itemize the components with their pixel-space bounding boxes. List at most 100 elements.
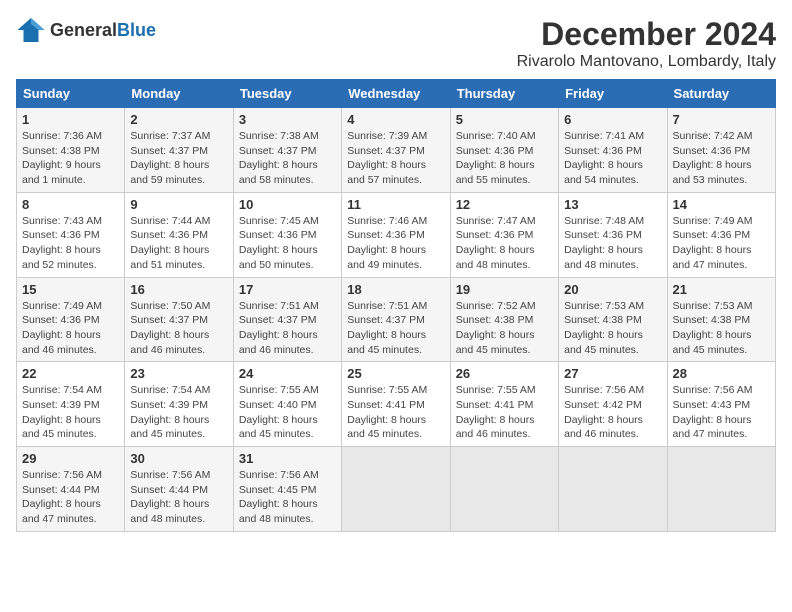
main-title: December 2024 — [517, 16, 776, 53]
day-detail: Sunrise: 7:37 AM Sunset: 4:37 PM Dayligh… — [130, 129, 227, 188]
calendar-cell: 7 Sunrise: 7:42 AM Sunset: 4:36 PM Daylig… — [667, 108, 775, 193]
day-detail: Sunrise: 7:50 AM Sunset: 4:37 PM Dayligh… — [130, 299, 227, 358]
weekday-tuesday: Tuesday — [233, 80, 341, 108]
logo-blue: Blue — [117, 20, 156, 40]
logo: GeneralBlue — [16, 16, 156, 44]
calendar-cell: 3Sunrise: 7:38 AM Sunset: 4:37 PM Daylig… — [233, 108, 341, 193]
day-number: 28 — [673, 366, 770, 381]
day-detail: Sunrise: 7:56 AM Sunset: 4:43 PM Dayligh… — [673, 383, 770, 442]
day-number: 14 — [673, 197, 770, 212]
calendar-cell — [559, 447, 667, 532]
calendar-cell — [450, 447, 558, 532]
calendar-cell: 5 Sunrise: 7:40 AM Sunset: 4:36 PM Daylig… — [450, 108, 558, 193]
calendar-cell: 14 Sunrise: 7:49 AM Sunset: 4:36 PM Dayli… — [667, 192, 775, 277]
day-number: 8 — [22, 197, 119, 212]
day-number: 31 — [239, 451, 336, 466]
calendar-cell: 30 Sunrise: 7:56 AM Sunset: 4:44 PM Dayli… — [125, 447, 233, 532]
calendar-cell: 4Sunrise: 7:39 AM Sunset: 4:37 PM Daylig… — [342, 108, 450, 193]
day-number: 1 — [22, 112, 119, 127]
calendar-cell: 17 Sunrise: 7:51 AM Sunset: 4:37 PM Dayli… — [233, 277, 341, 362]
day-detail: Sunrise: 7:48 AM Sunset: 4:36 PM Dayligh… — [564, 214, 661, 273]
day-detail: Sunrise: 7:55 AM Sunset: 4:41 PM Dayligh… — [456, 383, 553, 442]
calendar-cell: 20 Sunrise: 7:53 AM Sunset: 4:38 PM Dayli… — [559, 277, 667, 362]
calendar-cell — [342, 447, 450, 532]
day-number: 9 — [130, 197, 227, 212]
day-detail: Sunrise: 7:49 AM Sunset: 4:36 PM Dayligh… — [673, 214, 770, 273]
day-detail: Sunrise: 7:54 AM Sunset: 4:39 PM Dayligh… — [130, 383, 227, 442]
day-detail: Sunrise: 7:51 AM Sunset: 4:37 PM Dayligh… — [239, 299, 336, 358]
day-detail: Sunrise: 7:45 AM Sunset: 4:36 PM Dayligh… — [239, 214, 336, 273]
logo-general: General — [50, 20, 117, 40]
day-number: 22 — [22, 366, 119, 381]
calendar-cell: 19 Sunrise: 7:52 AM Sunset: 4:38 PM Dayli… — [450, 277, 558, 362]
calendar-cell: 22Sunrise: 7:54 AM Sunset: 4:39 PM Dayli… — [17, 362, 125, 447]
day-number: 18 — [347, 282, 444, 297]
calendar-cell: 21Sunrise: 7:53 AM Sunset: 4:38 PM Dayli… — [667, 277, 775, 362]
calendar-cell: 8 Sunrise: 7:43 AM Sunset: 4:36 PM Daylig… — [17, 192, 125, 277]
calendar-cell: 18 Sunrise: 7:51 AM Sunset: 4:37 PM Dayli… — [342, 277, 450, 362]
day-detail: Sunrise: 7:51 AM Sunset: 4:37 PM Dayligh… — [347, 299, 444, 358]
weekday-friday: Friday — [559, 80, 667, 108]
day-number: 16 — [130, 282, 227, 297]
calendar-cell: 29 Sunrise: 7:56 AM Sunset: 4:44 PM Dayli… — [17, 447, 125, 532]
calendar-cell: 1 Sunrise: 7:36 AM Sunset: 4:38 PM Daylig… — [17, 108, 125, 193]
day-detail: Sunrise: 7:44 AM Sunset: 4:36 PM Dayligh… — [130, 214, 227, 273]
day-number: 21 — [673, 282, 770, 297]
weekday-wednesday: Wednesday — [342, 80, 450, 108]
subtitle: Rivarolo Mantovano, Lombardy, Italy — [517, 53, 776, 71]
calendar-cell: 15 Sunrise: 7:49 AM Sunset: 4:36 PM Dayli… — [17, 277, 125, 362]
week-row-4: 22 Sunrise: 7:54 AM Sunset: 4:39 PM Dayli… — [17, 362, 776, 447]
day-number: 10 — [239, 197, 336, 212]
day-number: 19 — [456, 282, 553, 297]
day-detail: Sunrise: 7:56 AM Sunset: 4:44 PM Dayligh… — [22, 468, 119, 527]
day-detail: Sunrise: 7:53 AM Sunset: 4:38 PM Dayligh… — [564, 299, 661, 358]
logo-text: GeneralBlue — [50, 20, 156, 41]
day-number: 12 — [456, 197, 553, 212]
weekday-thursday: Thursday — [450, 80, 558, 108]
week-row-3: 15 Sunrise: 7:49 AM Sunset: 4:36 PM Dayli… — [17, 277, 776, 362]
day-number: 27 — [564, 366, 661, 381]
day-number: 29 — [22, 451, 119, 466]
calendar-cell: 24Sunrise: 7:55 AM Sunset: 4:40 PM Dayli… — [233, 362, 341, 447]
day-detail: Sunrise: 7:49 AM Sunset: 4:36 PM Dayligh… — [22, 299, 119, 358]
day-number: 17 — [239, 282, 336, 297]
day-detail: Sunrise: 7:47 AM Sunset: 4:36 PM Dayligh… — [456, 214, 553, 273]
calendar-cell: 9 Sunrise: 7:44 AM Sunset: 4:36 PM Daylig… — [125, 192, 233, 277]
weekday-sunday: Sunday — [17, 80, 125, 108]
day-detail: Sunrise: 7:36 AM Sunset: 4:38 PM Dayligh… — [22, 129, 119, 188]
day-detail: Sunrise: 7:56 AM Sunset: 4:44 PM Dayligh… — [130, 468, 227, 527]
logo-icon — [16, 16, 46, 44]
day-detail: Sunrise: 7:55 AM Sunset: 4:41 PM Dayligh… — [347, 383, 444, 442]
day-number: 26 — [456, 366, 553, 381]
day-number: 3 — [239, 112, 336, 127]
day-detail: Sunrise: 7:41 AM Sunset: 4:36 PM Dayligh… — [564, 129, 661, 188]
day-number: 20 — [564, 282, 661, 297]
calendar-cell: 31 Sunrise: 7:56 AM Sunset: 4:45 PM Dayli… — [233, 447, 341, 532]
day-number: 7 — [673, 112, 770, 127]
day-detail: Sunrise: 7:56 AM Sunset: 4:45 PM Dayligh… — [239, 468, 336, 527]
day-detail: Sunrise: 7:46 AM Sunset: 4:36 PM Dayligh… — [347, 214, 444, 273]
calendar-cell: 26 Sunrise: 7:55 AM Sunset: 4:41 PM Dayli… — [450, 362, 558, 447]
week-row-2: 8 Sunrise: 7:43 AM Sunset: 4:36 PM Daylig… — [17, 192, 776, 277]
calendar-cell: 16 Sunrise: 7:50 AM Sunset: 4:37 PM Dayli… — [125, 277, 233, 362]
day-detail: Sunrise: 7:40 AM Sunset: 4:36 PM Dayligh… — [456, 129, 553, 188]
weekday-saturday: Saturday — [667, 80, 775, 108]
day-detail: Sunrise: 7:52 AM Sunset: 4:38 PM Dayligh… — [456, 299, 553, 358]
day-number: 30 — [130, 451, 227, 466]
weekday-row: SundayMondayTuesdayWednesdayThursdayFrid… — [17, 80, 776, 108]
day-number: 5 — [456, 112, 553, 127]
day-detail: Sunrise: 7:39 AM Sunset: 4:37 PM Dayligh… — [347, 129, 444, 188]
day-number: 11 — [347, 197, 444, 212]
day-number: 24 — [239, 366, 336, 381]
logo-container: GeneralBlue — [16, 16, 156, 44]
title-area: December 2024 Rivarolo Mantovano, Lombar… — [517, 16, 776, 71]
calendar-cell: 27Sunrise: 7:56 AM Sunset: 4:42 PM Dayli… — [559, 362, 667, 447]
header: GeneralBlue December 2024 Rivarolo Manto… — [16, 16, 776, 71]
day-detail: Sunrise: 7:42 AM Sunset: 4:36 PM Dayligh… — [673, 129, 770, 188]
calendar-header: SundayMondayTuesdayWednesdayThursdayFrid… — [17, 80, 776, 108]
day-number: 23 — [130, 366, 227, 381]
day-number: 13 — [564, 197, 661, 212]
day-detail: Sunrise: 7:43 AM Sunset: 4:36 PM Dayligh… — [22, 214, 119, 273]
day-number: 15 — [22, 282, 119, 297]
calendar-cell: 11 Sunrise: 7:46 AM Sunset: 4:36 PM Dayli… — [342, 192, 450, 277]
